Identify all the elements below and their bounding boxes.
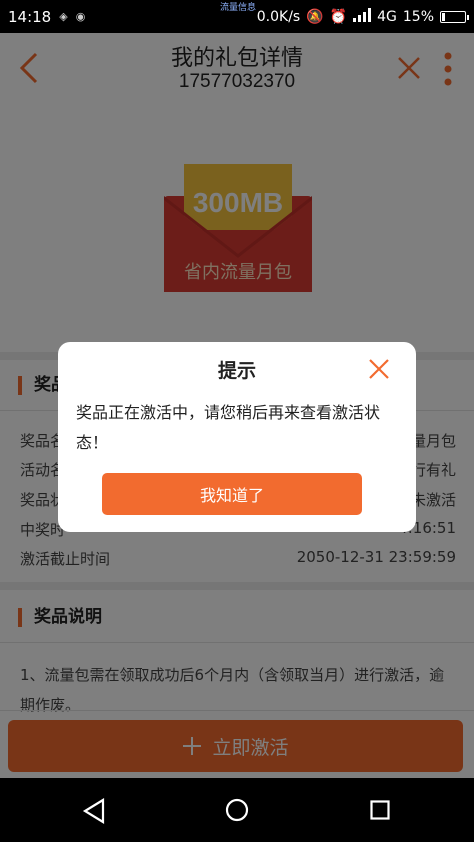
dialog-close-button[interactable] (368, 358, 390, 380)
alarm-icon: ⏰ (329, 8, 348, 25)
system-nav-bar (0, 778, 474, 842)
status-bar: 14:18 ◈ ◉ 流量信息 0.0K/s 🔕 ⏰ 4G 15% (0, 0, 474, 33)
nav-back-icon[interactable] (82, 798, 106, 824)
nav-home-icon[interactable] (225, 798, 249, 822)
mute-icon: 🔕 (306, 8, 324, 25)
battery-percent: 15% (402, 8, 434, 25)
alert-dialog: 提示 奖品正在激活中，请您稍后再来查看激活状态！ 我知道了 (58, 342, 416, 532)
signal-icon (353, 7, 372, 26)
nav-recent-apps-icon[interactable] (370, 800, 390, 820)
dialog-message: 奖品正在激活中，请您稍后再来查看激活状态！ (76, 403, 381, 452)
notification-icon: ◈ (59, 10, 68, 23)
net-speed: 0.0K/s (256, 8, 301, 25)
battery-icon (440, 10, 469, 23)
dialog-title: 提示 (217, 360, 256, 382)
close-icon (369, 359, 389, 379)
status-center-text: 流量信息 (220, 3, 257, 13)
app-notification-icon: ◉ (75, 10, 86, 23)
status-time: 14:18 (8, 7, 52, 26)
dialog-confirm-button[interactable]: 我知道了 (102, 473, 362, 515)
network-type: 4G (377, 8, 397, 25)
